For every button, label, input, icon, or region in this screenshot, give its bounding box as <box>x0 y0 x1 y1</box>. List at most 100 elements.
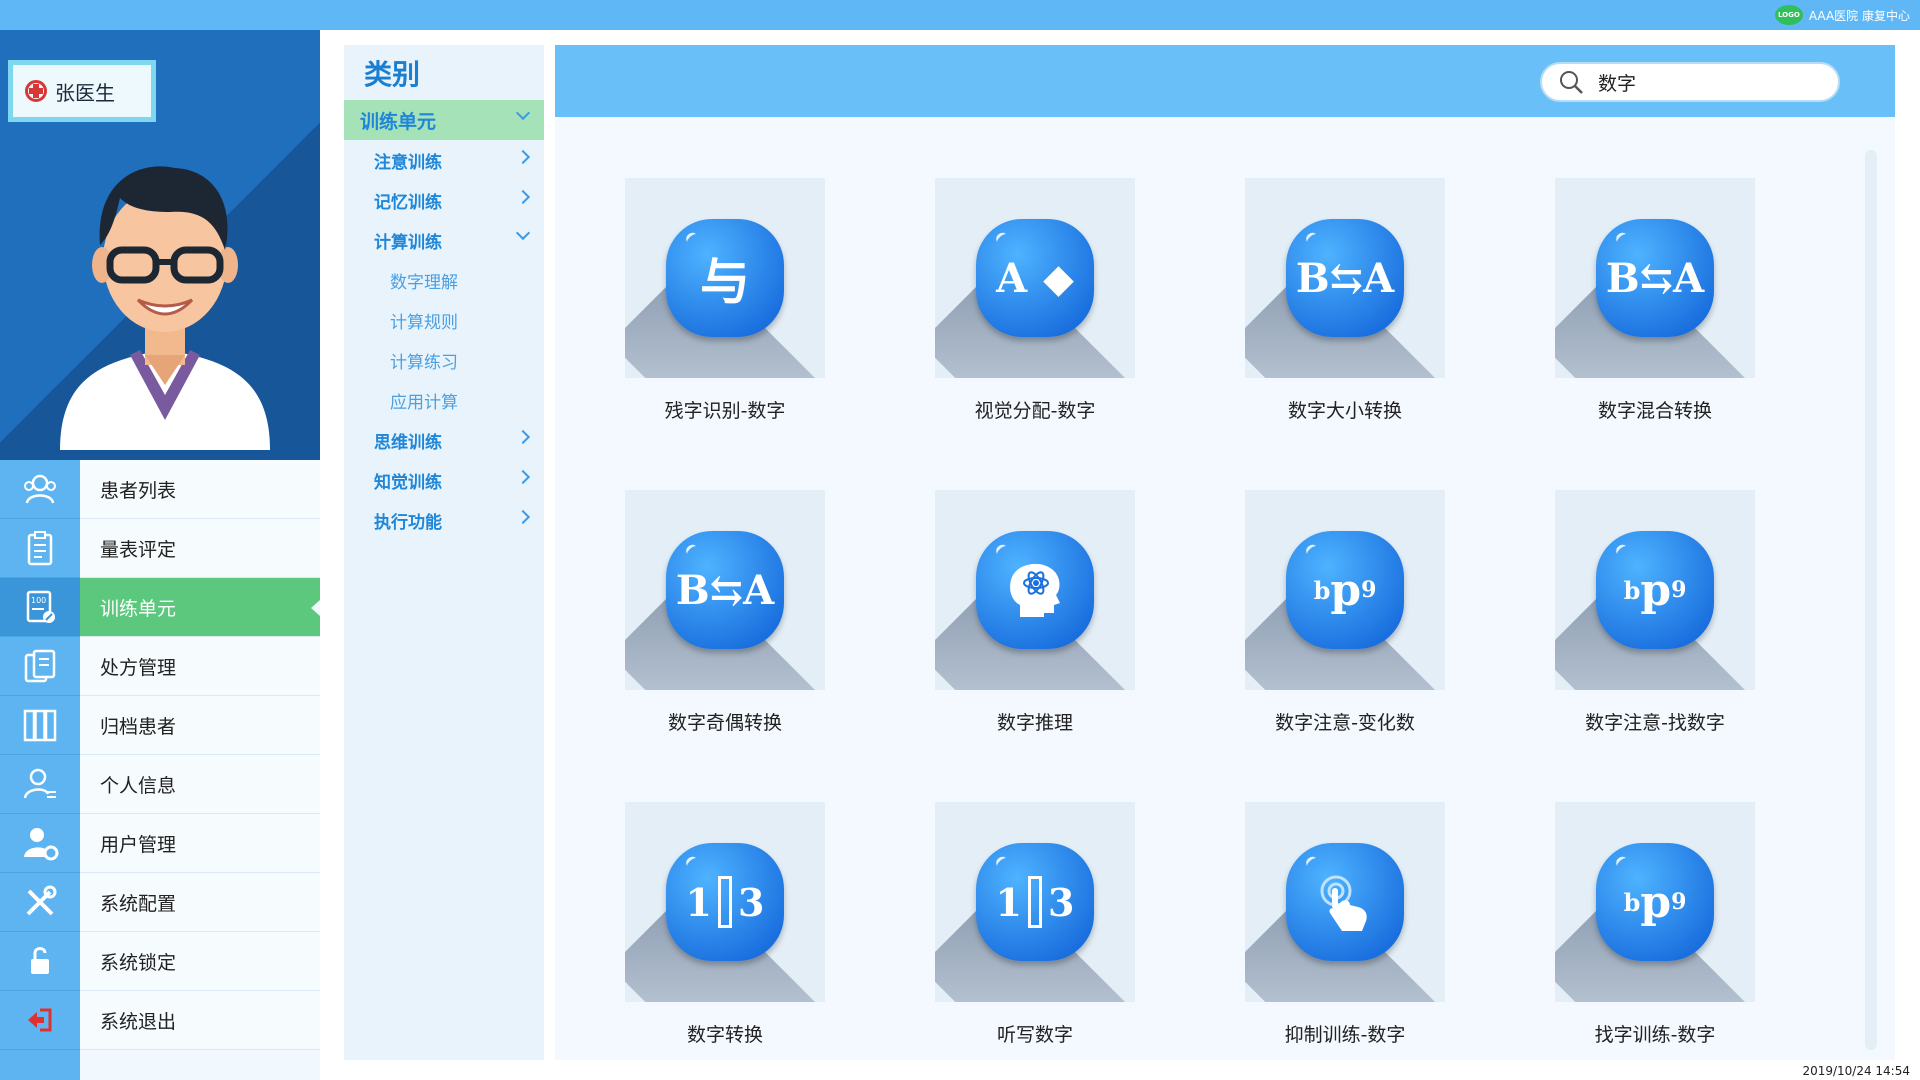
nav-label: 用户管理 <box>80 814 320 873</box>
category-title: 类别 <box>364 57 421 91</box>
sidebar: 张医生 患者列表 量表评定 100 训练单元 处方管理 归档患者 个人信息 用户… <box>0 30 320 1080</box>
card-label: 残字识别-数字 <box>664 399 786 422</box>
nav-label: 处方管理 <box>80 637 320 696</box>
training-card[interactable]: B⇆A 数字大小转换 <box>1245 178 1445 440</box>
mixed-glyphs-icon: bp9 <box>1286 531 1404 649</box>
profile-panel: 张医生 <box>0 30 320 460</box>
nav-item-archived-patients[interactable]: 归档患者 <box>0 696 320 755</box>
category-memory[interactable]: 记忆训练 <box>344 180 544 220</box>
chevron-right-icon <box>515 189 531 205</box>
search-input[interactable] <box>1598 71 1818 93</box>
content-header <box>555 45 1895 117</box>
nav-item-system-lock[interactable]: 系统锁定 <box>0 932 320 991</box>
nav-item-system-config[interactable]: 系统配置 <box>0 873 320 932</box>
card-label: 数字注意-找数字 <box>1585 711 1725 734</box>
nav-label: 量表评定 <box>80 519 320 578</box>
swap-letters-icon: B⇆A <box>666 531 784 649</box>
clipboard-icon <box>0 519 80 578</box>
nav-item-training-unit[interactable]: 100 训练单元 <box>0 578 320 637</box>
category-executive[interactable]: 执行功能 <box>344 500 544 540</box>
category-thinking[interactable]: 思维训练 <box>344 420 544 460</box>
nav-item-scale-assessment[interactable]: 量表评定 <box>0 519 320 578</box>
mixed-glyphs-icon: bp9 <box>1596 531 1714 649</box>
archive-icon <box>0 696 80 755</box>
nav-label: 归档患者 <box>80 696 320 755</box>
brand: LOGO AAA医院 康复中心 <box>1774 5 1910 25</box>
top-bar: LOGO AAA医院 康复中心 <box>0 0 1920 30</box>
main-nav: 患者列表 量表评定 100 训练单元 处方管理 归档患者 个人信息 用户管理 系… <box>0 460 320 1080</box>
training-card[interactable]: bp9 找字训练-数字 <box>1555 802 1755 1064</box>
swap-letters-icon: B⇆A <box>1286 219 1404 337</box>
training-card[interactable]: 与 残字识别-数字 <box>625 178 825 440</box>
category-unit[interactable]: 训练单元 <box>344 100 544 140</box>
training-card[interactable]: B⇆A 数字混合转换 <box>1555 178 1755 440</box>
chevron-right-icon <box>515 469 531 485</box>
brain-head-icon <box>976 531 1094 649</box>
user-name: 张医生 <box>55 80 115 105</box>
card-label: 数字奇偶转换 <box>667 711 782 734</box>
tap-hand-icon <box>1286 843 1404 961</box>
chevron-down-icon <box>515 105 531 121</box>
category-sub-calc-practice[interactable]: 计算练习 <box>344 340 544 380</box>
nav-item-exit[interactable]: 系统退出 <box>0 991 320 1050</box>
training-card[interactable]: 13 数字转换 <box>625 802 825 1064</box>
doctor-avatar <box>60 166 270 450</box>
card-label: 数字注意-变化数 <box>1275 711 1415 734</box>
tools-icon <box>0 873 80 932</box>
nav-label: 系统锁定 <box>80 932 320 991</box>
chevron-right-icon <box>515 429 531 445</box>
unlock-icon <box>0 932 80 991</box>
training-card[interactable]: 数字推理 <box>935 490 1135 752</box>
nav-label: 训练单元 <box>80 578 320 637</box>
training-card[interactable]: B⇆A 数字奇偶转换 <box>625 490 825 752</box>
timestamp: 2019/10/24 14:54 <box>1802 1064 1910 1078</box>
category-calculation[interactable]: 计算训练 <box>344 220 544 260</box>
training-card[interactable]: bp9 数字注意-变化数 <box>1245 490 1445 752</box>
exit-icon <box>0 991 80 1050</box>
score-sheet-icon: 100 <box>0 578 80 637</box>
person-icon <box>0 755 80 814</box>
user-settings-icon <box>0 814 80 873</box>
users-icon <box>0 460 80 519</box>
prescription-icon <box>0 637 80 696</box>
card-label: 视觉分配-数字 <box>974 399 1096 422</box>
chevron-right-icon <box>515 149 531 165</box>
nav-item-user-management[interactable]: 用户管理 <box>0 814 320 873</box>
card-label: 听写数字 <box>996 1023 1073 1046</box>
scrollbar[interactable] <box>1865 150 1877 1050</box>
category-sub-calc-rules[interactable]: 计算规则 <box>344 300 544 340</box>
card-label: 抑制训练-数字 <box>1284 1023 1406 1046</box>
main-content: 与 残字识别-数字 A◆ 视觉分配-数字 B⇆A 数字大小转换 B⇆A 数字混合… <box>555 45 1895 1060</box>
category-panel: 类别 训练单元 注意训练 记忆训练 计算训练 数字理解 计算规则 计算练习 应用… <box>344 45 544 1060</box>
nav-item-patients[interactable]: 患者列表 <box>0 460 320 519</box>
nav-label: 系统配置 <box>80 873 320 932</box>
training-card[interactable]: 13 听写数字 <box>935 802 1135 1064</box>
character-icon: 与 <box>666 219 784 337</box>
search-icon <box>1560 71 1583 94</box>
card-label: 数字推理 <box>996 711 1073 734</box>
mixed-glyphs-icon: bp9 <box>1596 843 1714 961</box>
nav-item-personal-info[interactable]: 个人信息 <box>0 755 320 814</box>
category-attention[interactable]: 注意训练 <box>344 140 544 180</box>
chevron-right-icon <box>515 509 531 525</box>
search-box[interactable] <box>1540 62 1840 102</box>
training-grid: 与 残字识别-数字 A ◆ 视觉分配-数字 B⇆A 数字大小转换 B⇆A 数字混合… <box>625 178 1755 1064</box>
training-card[interactable]: 抑制训练-数字 <box>1245 802 1445 1064</box>
hospital-logo: LOGO <box>1774 5 1803 25</box>
category-perception[interactable]: 知觉训练 <box>344 460 544 500</box>
number-ruler-icon: 13 <box>976 843 1094 961</box>
swap-letters-icon: B⇆A <box>1596 219 1714 337</box>
number-ruler-icon: 13 <box>666 843 784 961</box>
nav-label: 患者列表 <box>80 460 320 519</box>
category-sub-applied-calc[interactable]: 应用计算 <box>344 380 544 420</box>
category-sub-number-understanding[interactable]: 数字理解 <box>344 260 544 300</box>
nav-label: 个人信息 <box>80 755 320 814</box>
nav-label: 系统退出 <box>80 991 320 1050</box>
training-card[interactable]: bp9 数字注意-找数字 <box>1555 490 1755 752</box>
card-label: 数字转换 <box>686 1023 763 1046</box>
svg-text:100: 100 <box>31 596 46 605</box>
user-tag[interactable]: 张医生 <box>8 60 156 122</box>
card-label: 数字混合转换 <box>1597 399 1712 422</box>
nav-item-prescription[interactable]: 处方管理 <box>0 637 320 696</box>
training-card[interactable]: A ◆ 视觉分配-数字 <box>935 178 1135 440</box>
